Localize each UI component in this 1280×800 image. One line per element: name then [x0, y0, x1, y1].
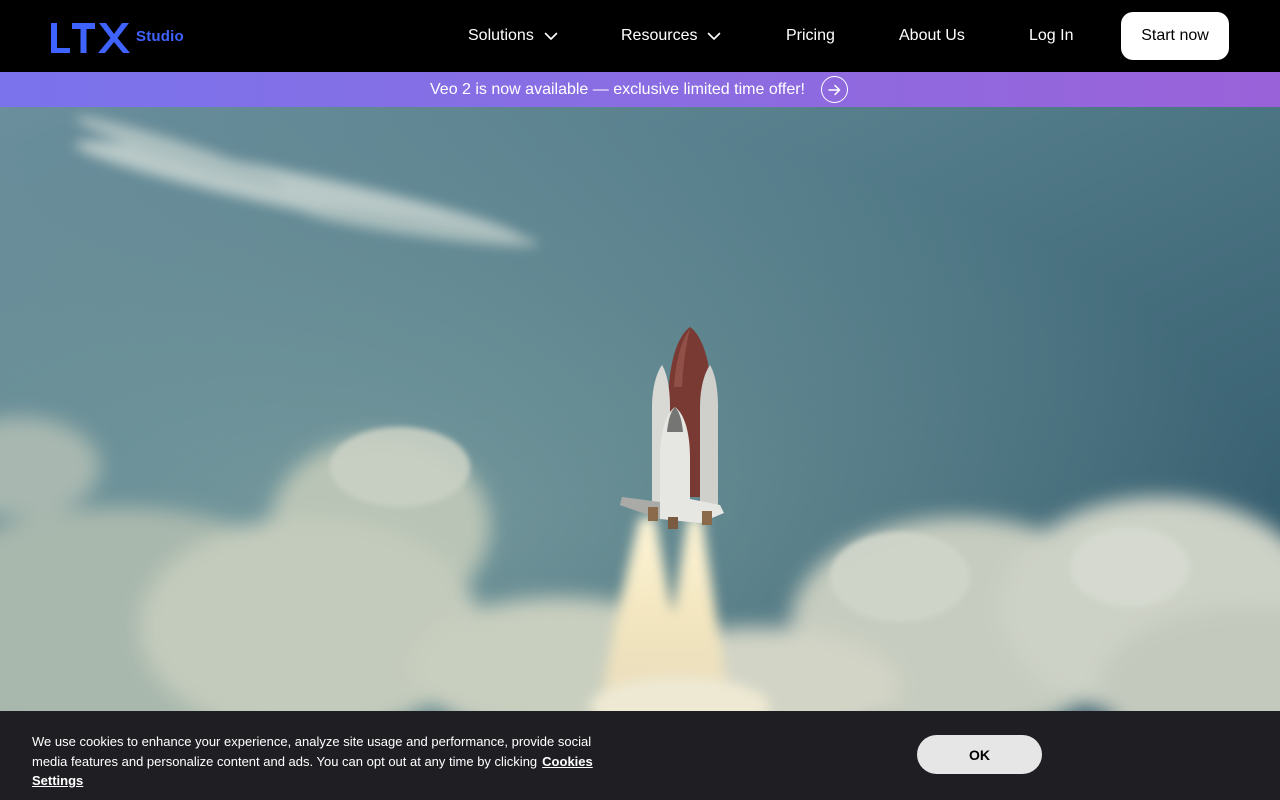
cookie-message-text: We use cookies to enhance your experienc… — [32, 734, 592, 769]
chevron-down-icon — [707, 32, 721, 41]
chevron-down-icon — [544, 32, 558, 41]
nav-resources-label: Resources — [621, 27, 698, 44]
ltx-logo-icon — [51, 23, 130, 53]
nav-solutions[interactable]: Solutions — [468, 0, 558, 72]
banner-text: Veo 2 is now available — exclusive limit… — [430, 80, 805, 98]
nav-resources[interactable]: Resources — [621, 0, 721, 72]
top-nav: Studio Solutions Resources Pricing About… — [0, 0, 1280, 72]
login-link[interactable]: Log In — [1029, 0, 1073, 72]
space-shuttle-launch-image — [0, 107, 1280, 711]
cookie-message: We use cookies to enhance your experienc… — [32, 732, 612, 791]
arrow-right-icon[interactable] — [821, 76, 848, 103]
logo-studio-text: Studio — [136, 28, 184, 45]
hero-section — [0, 107, 1280, 711]
ltx-studio-logo[interactable]: Studio — [50, 18, 184, 54]
nav-about-us[interactable]: About Us — [899, 0, 965, 72]
announcement-banner[interactable]: Veo 2 is now available — exclusive limit… — [0, 72, 1280, 107]
start-now-button[interactable]: Start now — [1121, 12, 1229, 60]
nav-pricing[interactable]: Pricing — [786, 0, 835, 72]
cookie-consent-bar: We use cookies to enhance your experienc… — [0, 711, 1280, 800]
nav-solutions-label: Solutions — [468, 27, 534, 44]
cookie-ok-button[interactable]: OK — [917, 735, 1042, 774]
